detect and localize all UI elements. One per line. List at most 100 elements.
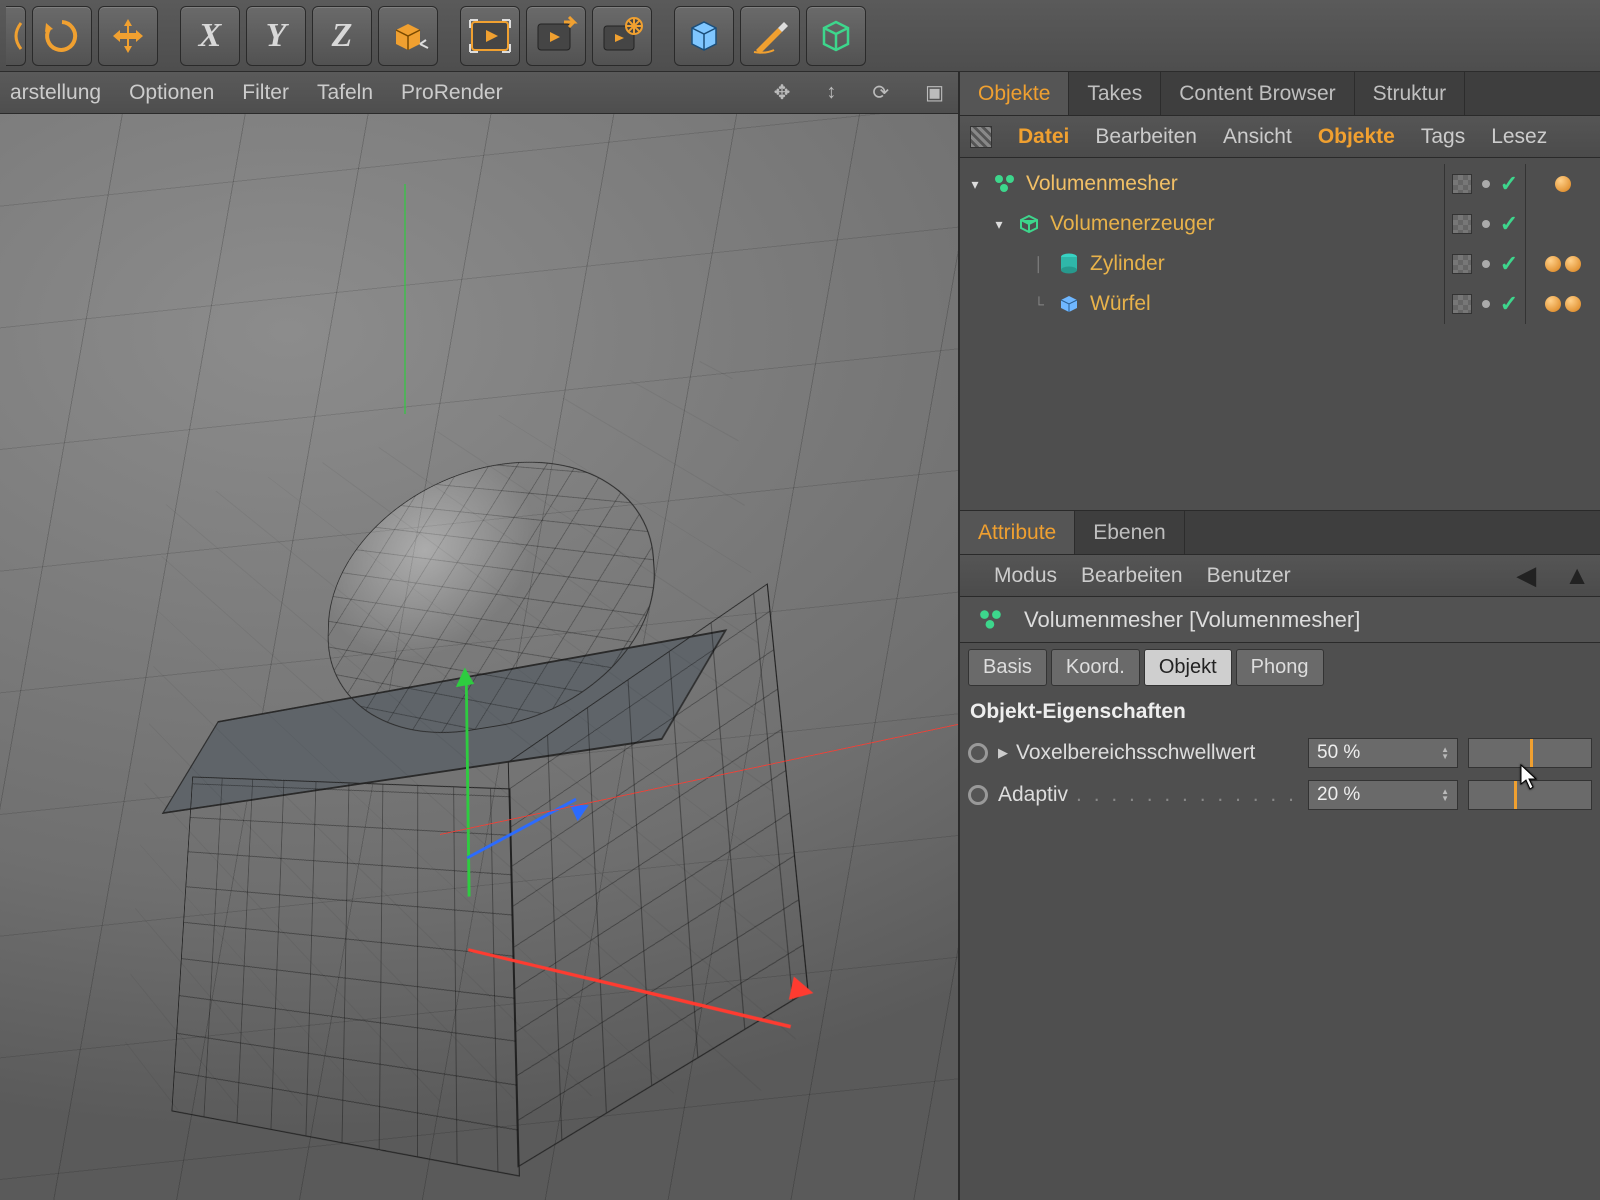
phong-tag-icon[interactable] bbox=[1545, 256, 1561, 272]
layer-swatch-icon[interactable] bbox=[1452, 254, 1472, 274]
expand-icon[interactable]: ▾ bbox=[990, 216, 1008, 233]
viewport-nav-zoom-icon[interactable]: ↕ bbox=[822, 81, 840, 104]
attr-menu-user[interactable]: Benutzer bbox=[1207, 564, 1291, 588]
render-picture-viewer-button[interactable] bbox=[526, 6, 586, 66]
numeric-value: 50 % bbox=[1317, 742, 1360, 764]
om-menu-tags[interactable]: Tags bbox=[1421, 125, 1465, 149]
view-menu-display[interactable]: arstellung bbox=[10, 81, 101, 105]
tree-label: Würfel bbox=[1090, 292, 1444, 316]
attr-menu-mode[interactable]: Modus bbox=[994, 564, 1057, 588]
top-toolbar: X Y Z bbox=[0, 0, 1600, 72]
phong-tag-icon[interactable] bbox=[1565, 296, 1581, 312]
expand-icon[interactable]: ▾ bbox=[966, 176, 984, 193]
enabled-check-icon[interactable]: ✓ bbox=[1500, 251, 1518, 277]
axis-x-button[interactable]: X bbox=[180, 6, 240, 66]
viewport-nav-move-icon[interactable]: ✥ bbox=[770, 80, 795, 105]
attribute-menu: Modus Bearbeiten Benutzer ◀ ▲ bbox=[960, 555, 1600, 597]
undo-button[interactable] bbox=[6, 6, 26, 66]
attr-tab-basis[interactable]: Basis bbox=[968, 649, 1047, 686]
enabled-check-icon[interactable]: ✓ bbox=[1500, 211, 1518, 237]
move-tool-button[interactable] bbox=[98, 6, 158, 66]
generator-button[interactable] bbox=[806, 6, 866, 66]
viewport-menu-bar: arstellung Optionen Filter Tafeln ProRen… bbox=[0, 72, 958, 114]
attr-tab-object[interactable]: Objekt bbox=[1144, 649, 1232, 686]
tree-leaf-icon: │ bbox=[1030, 256, 1048, 272]
tree-leaf-icon: └ bbox=[1030, 296, 1048, 312]
render-view-button[interactable] bbox=[460, 6, 520, 66]
attr-tab-phong[interactable]: Phong bbox=[1236, 649, 1324, 686]
adaptive-slider[interactable] bbox=[1468, 780, 1592, 810]
om-menu-view[interactable]: Ansicht bbox=[1223, 125, 1292, 149]
tab-objects[interactable]: Objekte bbox=[960, 72, 1069, 115]
anim-dot-icon[interactable] bbox=[968, 743, 988, 763]
tree-row-wuerfel[interactable]: └ Würfel bbox=[960, 284, 1444, 324]
view-menu-prorender[interactable]: ProRender bbox=[401, 81, 503, 105]
prop-label: Voxelbereichsschwellwert bbox=[1016, 741, 1255, 765]
layer-filter-icon[interactable] bbox=[970, 126, 992, 148]
anim-dot-icon[interactable] bbox=[968, 785, 988, 805]
attribute-panel-empty bbox=[960, 816, 1600, 1200]
stepper-icon[interactable]: ▲▼ bbox=[1441, 788, 1449, 802]
om-menu-file[interactable]: Datei bbox=[1018, 125, 1069, 149]
viewport-3d[interactable] bbox=[0, 114, 958, 1200]
tree-label: Zylinder bbox=[1090, 252, 1444, 276]
tab-attribute[interactable]: Attribute bbox=[960, 511, 1075, 554]
om-menu-bookmarks[interactable]: Lesez bbox=[1491, 125, 1547, 149]
tree-row-volumenmesher[interactable]: ▾ Volumenmesher bbox=[960, 164, 1444, 204]
tree-label: Volumenerzeuger bbox=[1050, 212, 1444, 236]
world-axis-y bbox=[404, 184, 406, 414]
attr-menu-edit[interactable]: Bearbeiten bbox=[1081, 564, 1183, 588]
layer-swatch-icon[interactable] bbox=[1452, 174, 1472, 194]
numeric-value: 20 % bbox=[1317, 784, 1360, 806]
attr-tab-coord[interactable]: Koord. bbox=[1051, 649, 1140, 686]
rotate-tool-button[interactable] bbox=[32, 6, 92, 66]
phong-tag-icon[interactable] bbox=[1545, 296, 1561, 312]
om-menu-objects[interactable]: Objekte bbox=[1318, 125, 1395, 149]
voxel-threshold-slider[interactable] bbox=[1468, 738, 1592, 768]
mesh-preview bbox=[120, 353, 801, 1112]
view-menu-panels[interactable]: Tafeln bbox=[317, 81, 373, 105]
stepper-icon[interactable]: ▲▼ bbox=[1441, 746, 1449, 760]
vis-dot-icon[interactable] bbox=[1482, 300, 1490, 308]
viewport-nav-rotate-icon[interactable]: ⟳ bbox=[868, 80, 893, 105]
view-menu-filter[interactable]: Filter bbox=[242, 81, 289, 105]
om-menu-edit[interactable]: Bearbeiten bbox=[1095, 125, 1197, 149]
cube-icon bbox=[1056, 291, 1082, 317]
tab-structure[interactable]: Struktur bbox=[1355, 72, 1466, 115]
vis-dot-icon[interactable] bbox=[1482, 180, 1490, 188]
history-back-icon[interactable]: ◀ bbox=[1516, 560, 1536, 591]
tab-layers[interactable]: Ebenen bbox=[1075, 511, 1184, 554]
axis-y-button[interactable]: Y bbox=[246, 6, 306, 66]
cylinder-icon bbox=[1056, 251, 1082, 277]
object-manager-menu: Datei Bearbeiten Ansicht Objekte Tags Le… bbox=[960, 116, 1600, 158]
enabled-check-icon[interactable]: ✓ bbox=[1500, 171, 1518, 197]
phong-tag-icon[interactable] bbox=[1555, 176, 1571, 192]
voxel-threshold-input[interactable]: 50 % ▲▼ bbox=[1308, 738, 1458, 768]
attr-object-name: Volumenmesher bbox=[1024, 607, 1183, 632]
expand-caret-icon[interactable]: ▶ bbox=[998, 745, 1008, 761]
visibility-column: ✓ ✓ ✓ ✓ bbox=[1444, 164, 1526, 324]
enabled-check-icon[interactable]: ✓ bbox=[1500, 291, 1518, 317]
vis-dot-icon[interactable] bbox=[1482, 220, 1490, 228]
tab-takes[interactable]: Takes bbox=[1069, 72, 1161, 115]
axis-z-button[interactable]: Z bbox=[312, 6, 372, 66]
adaptive-input[interactable]: 20 % ▲▼ bbox=[1308, 780, 1458, 810]
attr-object-type: [Volumenmesher] bbox=[1189, 607, 1360, 632]
tab-content-browser[interactable]: Content Browser bbox=[1161, 72, 1354, 115]
view-menu-options[interactable]: Optionen bbox=[129, 81, 214, 105]
phong-tag-icon[interactable] bbox=[1565, 256, 1581, 272]
spline-pen-button[interactable] bbox=[740, 6, 800, 66]
render-settings-button[interactable] bbox=[592, 6, 652, 66]
right-panel: Objekte Takes Content Browser Struktur D… bbox=[960, 72, 1600, 1200]
tree-row-zylinder[interactable]: │ Zylinder bbox=[960, 244, 1444, 284]
history-up-icon[interactable]: ▲ bbox=[1564, 560, 1590, 591]
viewport-nav-maximize-icon[interactable]: ▣ bbox=[921, 80, 948, 105]
primitive-cube-button[interactable] bbox=[674, 6, 734, 66]
volumemesher-icon bbox=[978, 607, 1004, 633]
prop-voxel-threshold: ▶ Voxelbereichsschwellwert 50 % ▲▼ bbox=[960, 732, 1600, 774]
tree-row-volumenerzeuger[interactable]: ▾ Volumenerzeuger bbox=[960, 204, 1444, 244]
layer-swatch-icon[interactable] bbox=[1452, 294, 1472, 314]
layer-swatch-icon[interactable] bbox=[1452, 214, 1472, 234]
vis-dot-icon[interactable] bbox=[1482, 260, 1490, 268]
coord-system-button[interactable] bbox=[378, 6, 438, 66]
